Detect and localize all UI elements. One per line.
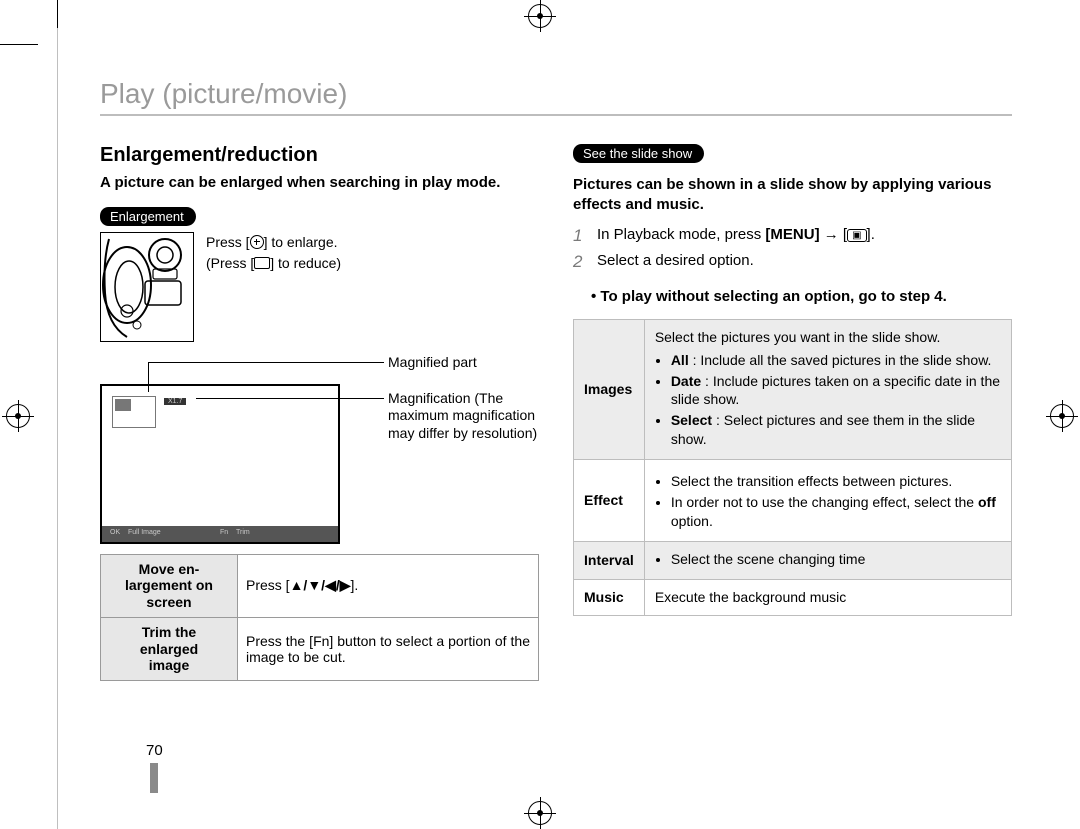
camera-illustration: [100, 232, 194, 342]
viewer-illustration: Magnified part Magnification (The maximu…: [100, 354, 539, 544]
row-trim-key: Trim the enlarged image: [101, 617, 238, 680]
opt-effect-val: Select the transition effects between pi…: [644, 460, 1011, 542]
enlarge-instructions: Press [] to enlarge. (Press [] to reduce…: [206, 232, 341, 342]
row-trim-val: Press the [Fn] button to select a portio…: [238, 617, 539, 680]
move-trim-table: Move en- largement on screen Press [▲/▼/…: [100, 554, 539, 682]
page-title: Play (picture/movie): [100, 78, 1012, 116]
step-2-note: To play without selecting an option, go …: [573, 287, 1012, 307]
opt-music-key: Music: [574, 579, 645, 615]
viewer-fn-label: Fn: [220, 529, 228, 536]
section-enlargement-title: Enlargement/reduction: [100, 144, 539, 167]
viewer-trim-label: Trim: [236, 529, 250, 536]
steps-list: 1 In Playback mode, press [MENU] → [▣]. …: [573, 226, 1012, 272]
row-move-val: Press [▲/▼/◀/▶].: [238, 554, 539, 617]
opt-music-val: Execute the background music: [644, 579, 1011, 615]
step-1: 1 In Playback mode, press [MENU] → [▣].: [573, 226, 1012, 246]
opt-effect-key: Effect: [574, 460, 645, 542]
zoom-out-icon: [254, 257, 270, 269]
page-number: 70: [146, 742, 163, 793]
right-column: See the slide show Pictures can be shown…: [573, 144, 1012, 681]
left-intro: A picture can be enlarged when searching…: [100, 173, 539, 193]
options-table: Images Select the pictures you want in t…: [573, 319, 1012, 616]
step-2: 2 Select a desired option.: [573, 252, 1012, 272]
pill-enlargement: Enlargement: [100, 207, 196, 226]
opt-interval-val: Select the scene changing time: [644, 541, 1011, 579]
magnification-value: X1.7: [164, 398, 186, 405]
zoom-in-icon: [250, 235, 264, 249]
label-magnified-part: Magnified part: [388, 354, 477, 372]
viewer-ok-label: OK: [110, 529, 120, 536]
left-column: Enlargement/reduction A picture can be e…: [100, 144, 539, 681]
slideshow-intro: Pictures can be shown in a slide show by…: [573, 175, 1012, 216]
label-magnification: Magnification (The maximum magnification…: [388, 390, 538, 443]
dpad-arrows-icon: ▲/▼/◀/▶: [290, 577, 351, 593]
magnified-part-indicator: [112, 396, 156, 428]
opt-images-key: Images: [574, 319, 645, 459]
viewer-full-label: Full Image: [128, 529, 161, 536]
pill-slideshow: See the slide show: [573, 144, 704, 163]
opt-images-val: Select the pictures you want in the slid…: [644, 319, 1011, 459]
row-move-key: Move en- largement on screen: [101, 554, 238, 617]
playback-icon: ▣: [847, 229, 866, 242]
opt-interval-key: Interval: [574, 541, 645, 579]
